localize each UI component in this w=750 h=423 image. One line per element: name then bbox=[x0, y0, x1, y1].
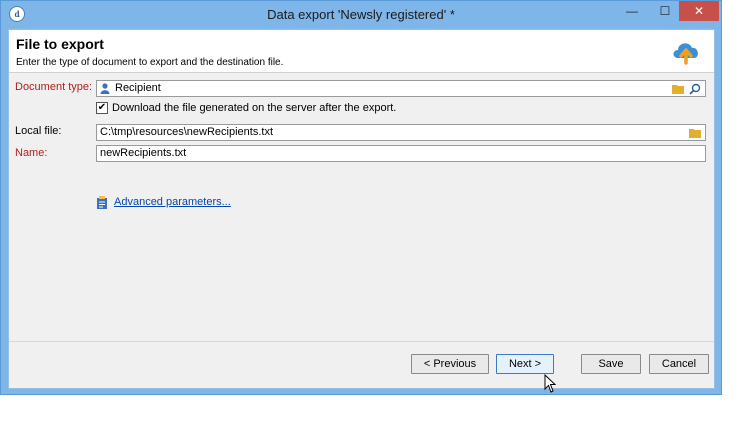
mouse-cursor-icon bbox=[544, 374, 557, 393]
download-checkbox-label: Download the file generated on the serve… bbox=[112, 102, 397, 114]
advanced-parameters-label: Advanced parameters... bbox=[114, 196, 231, 208]
name-label: Name: bbox=[15, 147, 48, 159]
advanced-parameters-link[interactable]: Advanced parameters... bbox=[96, 196, 231, 212]
dialog-window: d Data export 'Newsly registered' * — ☐ … bbox=[0, 0, 722, 395]
search-icon[interactable] bbox=[687, 81, 703, 96]
title-bar[interactable]: d Data export 'Newsly registered' * — ☐ … bbox=[1, 1, 721, 29]
wizard-header: File to export Enter the type of documen… bbox=[9, 30, 714, 73]
folder-icon[interactable] bbox=[687, 125, 703, 140]
clipboard-icon bbox=[97, 196, 107, 209]
document-type-value: Recipient bbox=[115, 82, 161, 94]
dialog-body: File to export Enter the type of documen… bbox=[8, 29, 715, 389]
local-file-value: C:\tmp\resources\newRecipients.txt bbox=[100, 126, 274, 138]
local-file-field[interactable]: C:\tmp\resources\newRecipients.txt bbox=[96, 124, 706, 141]
previous-button[interactable]: < Previous bbox=[411, 354, 489, 374]
cloud-upload-icon bbox=[673, 43, 698, 65]
folder-icon[interactable] bbox=[670, 81, 686, 96]
wizard-footer: < Previous Next > Save Cancel bbox=[9, 341, 714, 388]
maximize-button[interactable]: ☐ bbox=[651, 1, 679, 21]
document-type-label: Document type: bbox=[15, 81, 93, 93]
page-title: File to export bbox=[16, 36, 104, 52]
close-button[interactable]: ✕ bbox=[679, 1, 719, 21]
next-button[interactable]: Next > bbox=[496, 354, 554, 374]
name-field[interactable]: newRecipients.txt bbox=[96, 145, 706, 162]
window-title: Data export 'Newsly registered' * bbox=[267, 7, 455, 22]
local-file-label: Local file: bbox=[15, 125, 62, 137]
save-button[interactable]: Save bbox=[581, 354, 641, 374]
minimize-button[interactable]: — bbox=[618, 1, 646, 21]
download-checkbox[interactable]: ✔ bbox=[96, 102, 108, 114]
document-type-field[interactable]: Recipient bbox=[96, 80, 706, 97]
name-value: newRecipients.txt bbox=[100, 147, 187, 159]
person-icon bbox=[100, 83, 110, 94]
cancel-button[interactable]: Cancel bbox=[649, 354, 709, 374]
export-form: Document type: Recipient ✔ Download the … bbox=[9, 72, 714, 342]
page-subtitle: Enter the type of document to export and… bbox=[16, 57, 284, 68]
